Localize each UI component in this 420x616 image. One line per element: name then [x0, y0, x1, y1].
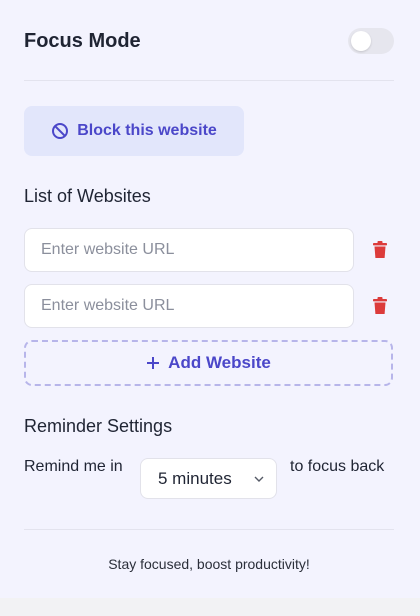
focus-mode-toggle[interactable]	[348, 28, 394, 54]
add-website-label: Add Website	[168, 353, 271, 372]
add-website-button[interactable]: Add Website	[24, 340, 393, 386]
reminder-interval-select[interactable]: 5 minutes	[140, 458, 277, 499]
chevron-down-icon	[254, 476, 264, 482]
block-website-button[interactable]: Block this website	[24, 106, 244, 156]
reminder-suffix: to focus back	[290, 458, 385, 475]
website-url-input[interactable]	[24, 284, 354, 328]
reminder-selected-value: 5 minutes	[158, 468, 232, 488]
website-row	[24, 284, 394, 328]
website-row	[24, 228, 394, 272]
plus-icon	[146, 356, 160, 370]
footer-tagline: Stay focused, boost productivity!	[108, 556, 310, 572]
page-title: Focus Mode	[24, 29, 141, 52]
header: Focus Mode	[24, 24, 394, 58]
reminder-row: Remind me in 5 minutes to focus back	[24, 452, 394, 506]
focus-panel: Focus Mode Block this website List of We…	[0, 0, 420, 598]
divider	[24, 529, 394, 530]
block-website-label: Block this website	[77, 122, 217, 139]
reminder-prefix: Remind me in	[24, 458, 123, 475]
trash-icon[interactable]	[370, 240, 390, 260]
bottom-strip	[0, 598, 420, 616]
divider	[24, 80, 394, 81]
websites-title: List of Websites	[24, 186, 151, 206]
reminder-title: Reminder Settings	[24, 416, 173, 436]
trash-icon[interactable]	[370, 296, 390, 316]
toggle-knob	[351, 31, 371, 51]
ban-icon	[51, 122, 69, 140]
website-url-input[interactable]	[24, 228, 354, 272]
